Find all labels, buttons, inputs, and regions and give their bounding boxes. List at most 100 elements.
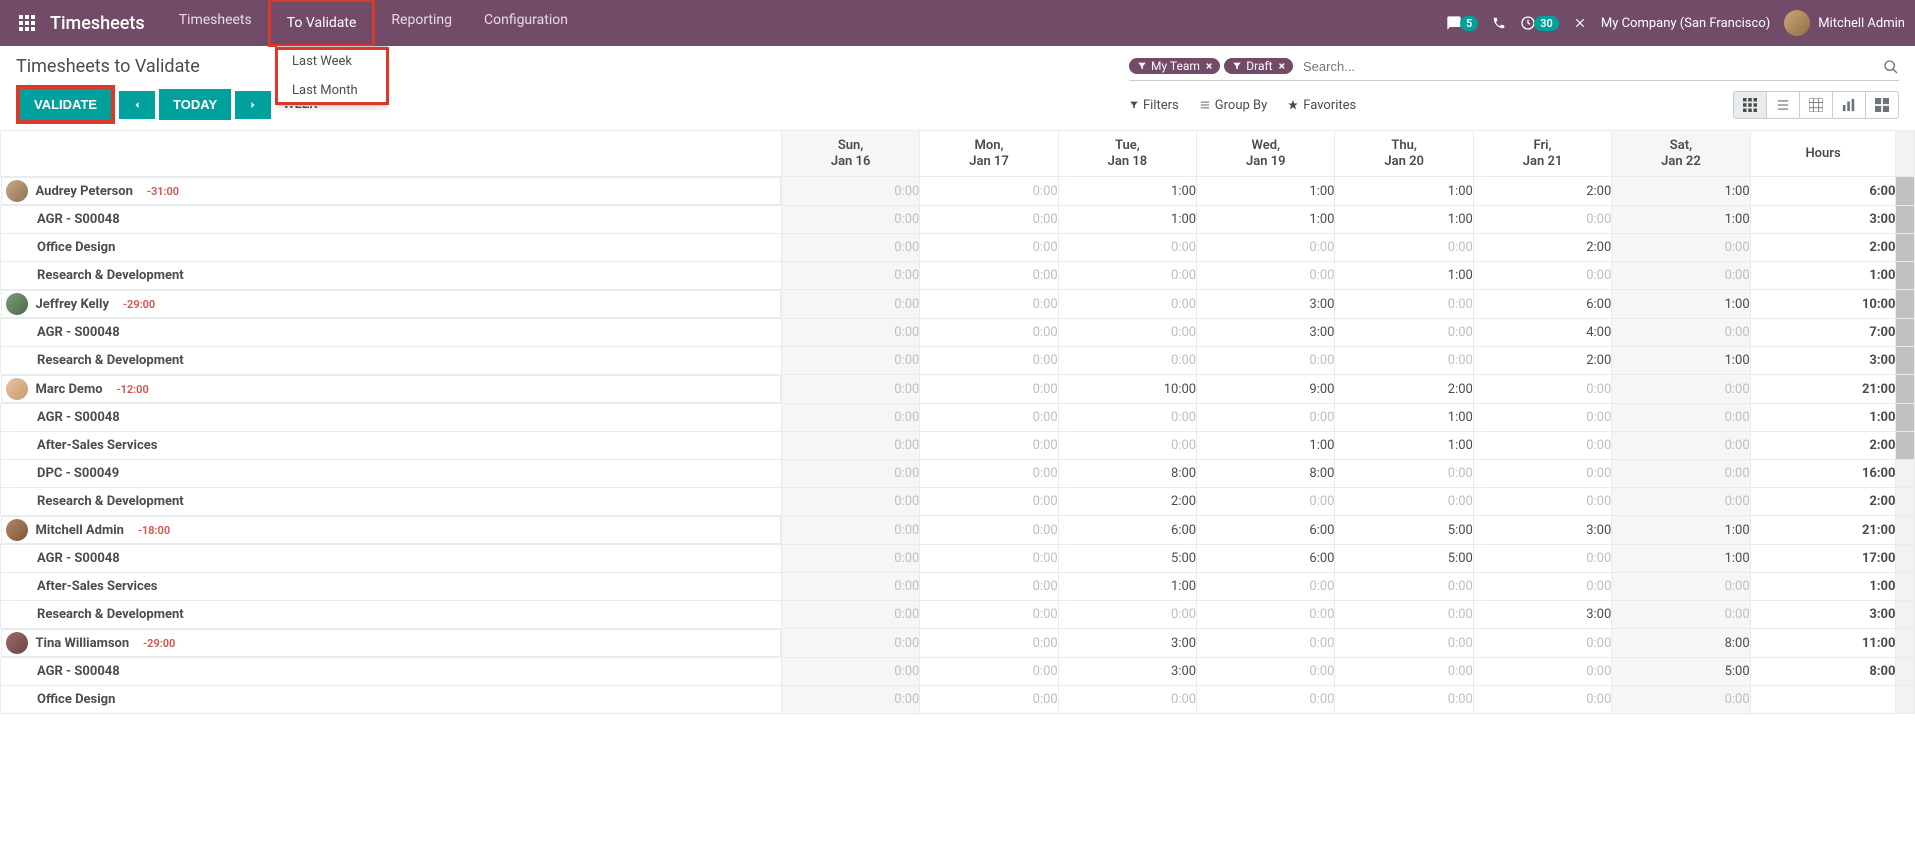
- cell[interactable]: 0:00: [1335, 347, 1473, 375]
- cell[interactable]: 0:00: [920, 488, 1058, 516]
- cell[interactable]: 8:00: [1197, 460, 1335, 488]
- tools-icon[interactable]: [1573, 16, 1587, 30]
- groupby-button[interactable]: Group By: [1199, 98, 1268, 113]
- cell[interactable]: 1:00: [1612, 177, 1750, 206]
- cell[interactable]: 4:00: [1473, 319, 1611, 347]
- cell[interactable]: 0:00: [1473, 545, 1611, 573]
- cell[interactable]: 0:00: [781, 686, 919, 714]
- cell[interactable]: 0:00: [1058, 601, 1196, 629]
- scrollbar[interactable]: [1896, 629, 1915, 658]
- cell[interactable]: 0:00: [920, 375, 1058, 404]
- cell[interactable]: 3:00: [1058, 629, 1196, 658]
- cell[interactable]: 0:00: [1058, 319, 1196, 347]
- cell[interactable]: 0:00: [1058, 686, 1196, 714]
- cell[interactable]: 0:00: [920, 290, 1058, 319]
- task-name[interactable]: Research & Development: [1, 601, 782, 629]
- cell[interactable]: 1:00: [1197, 432, 1335, 460]
- scrollbar[interactable]: [1896, 404, 1915, 432]
- cell[interactable]: 8:00: [1058, 460, 1196, 488]
- cell[interactable]: 0:00: [1473, 206, 1611, 234]
- cell[interactable]: 0:00: [1335, 629, 1473, 658]
- cell[interactable]: 9:00: [1197, 375, 1335, 404]
- scrollbar[interactable]: [1896, 206, 1915, 234]
- cell[interactable]: 0:00: [781, 290, 919, 319]
- cell[interactable]: 3:00: [1058, 658, 1196, 686]
- cell[interactable]: 1:00: [1335, 177, 1473, 206]
- cell[interactable]: 2:00: [1473, 177, 1611, 206]
- cell[interactable]: 0:00: [1197, 234, 1335, 262]
- filters-button[interactable]: Filters: [1129, 98, 1179, 113]
- scrollbar[interactable]: [1896, 262, 1915, 290]
- cell[interactable]: 0:00: [781, 432, 919, 460]
- cell[interactable]: 0:00: [781, 488, 919, 516]
- cell[interactable]: 0:00: [1612, 262, 1750, 290]
- cell[interactable]: 0:00: [1197, 601, 1335, 629]
- cell[interactable]: 1:00: [1335, 404, 1473, 432]
- cell[interactable]: 6:00: [1197, 545, 1335, 573]
- cell[interactable]: 1:00: [1612, 347, 1750, 375]
- nav-reporting[interactable]: Reporting: [375, 0, 468, 47]
- task-name[interactable]: AGR - S00048: [1, 658, 782, 686]
- cell[interactable]: 0:00: [1612, 234, 1750, 262]
- task-name[interactable]: AGR - S00048: [1, 545, 782, 573]
- cell[interactable]: 2:00: [1473, 234, 1611, 262]
- cell[interactable]: 1:00: [1335, 206, 1473, 234]
- cell[interactable]: 0:00: [1473, 573, 1611, 601]
- cell[interactable]: 0:00: [1197, 262, 1335, 290]
- cell[interactable]: 0:00: [1335, 290, 1473, 319]
- cell[interactable]: 5:00: [1335, 545, 1473, 573]
- cell[interactable]: 8:00: [1612, 629, 1750, 658]
- cell[interactable]: 0:00: [1197, 686, 1335, 714]
- cell[interactable]: 0:00: [1612, 601, 1750, 629]
- cell[interactable]: 0:00: [781, 404, 919, 432]
- cell[interactable]: 0:00: [1612, 460, 1750, 488]
- cell[interactable]: 0:00: [1473, 460, 1611, 488]
- scrollbar[interactable]: [1896, 319, 1915, 347]
- cell[interactable]: 6:00: [1058, 516, 1196, 545]
- scrollbar[interactable]: [1896, 601, 1915, 629]
- scrollbar[interactable]: [1896, 432, 1915, 460]
- cell[interactable]: 0:00: [1197, 488, 1335, 516]
- validate-button[interactable]: VALIDATE: [20, 89, 111, 120]
- cell[interactable]: 2:00: [1058, 488, 1196, 516]
- dropdown-last-month[interactable]: Last Month: [278, 76, 386, 105]
- cell[interactable]: 0:00: [1197, 573, 1335, 601]
- cell[interactable]: 0:00: [781, 206, 919, 234]
- next-button[interactable]: [235, 91, 271, 119]
- cell[interactable]: 0:00: [1612, 573, 1750, 601]
- cell[interactable]: 0:00: [1473, 629, 1611, 658]
- messages-icon[interactable]: 5: [1446, 15, 1478, 31]
- activities-icon[interactable]: 30: [1520, 15, 1559, 31]
- cell[interactable]: 0:00: [920, 262, 1058, 290]
- cell[interactable]: 0:00: [1612, 375, 1750, 404]
- cell[interactable]: 0:00: [1473, 262, 1611, 290]
- cell[interactable]: 0:00: [1612, 488, 1750, 516]
- cell[interactable]: 0:00: [1058, 290, 1196, 319]
- cell[interactable]: 0:00: [920, 234, 1058, 262]
- cell[interactable]: 0:00: [1197, 347, 1335, 375]
- cell[interactable]: 0:00: [781, 658, 919, 686]
- task-name[interactable]: Research & Development: [1, 347, 782, 375]
- cell[interactable]: 1:00: [1197, 177, 1335, 206]
- prev-button[interactable]: [119, 91, 155, 119]
- task-name[interactable]: AGR - S00048: [1, 404, 782, 432]
- cell[interactable]: 0:00: [1335, 573, 1473, 601]
- cell[interactable]: 0:00: [781, 234, 919, 262]
- cell[interactable]: 0:00: [920, 460, 1058, 488]
- cell[interactable]: 3:00: [1197, 290, 1335, 319]
- scrollbar[interactable]: [1896, 460, 1915, 488]
- cell[interactable]: 0:00: [1197, 629, 1335, 658]
- cell[interactable]: 0:00: [1473, 375, 1611, 404]
- cell[interactable]: 0:00: [1335, 686, 1473, 714]
- task-name[interactable]: AGR - S00048: [1, 319, 782, 347]
- view-pivot-button[interactable]: [1800, 92, 1833, 118]
- scrollbar[interactable]: [1896, 488, 1915, 516]
- cell[interactable]: 0:00: [1058, 404, 1196, 432]
- cell[interactable]: 0:00: [1473, 658, 1611, 686]
- view-list-button[interactable]: [1767, 92, 1800, 118]
- scrollbar[interactable]: [1896, 375, 1915, 404]
- cell[interactable]: 0:00: [920, 177, 1058, 206]
- cell[interactable]: 10:00: [1058, 375, 1196, 404]
- cell[interactable]: 0:00: [1058, 347, 1196, 375]
- cell[interactable]: 1:00: [1335, 432, 1473, 460]
